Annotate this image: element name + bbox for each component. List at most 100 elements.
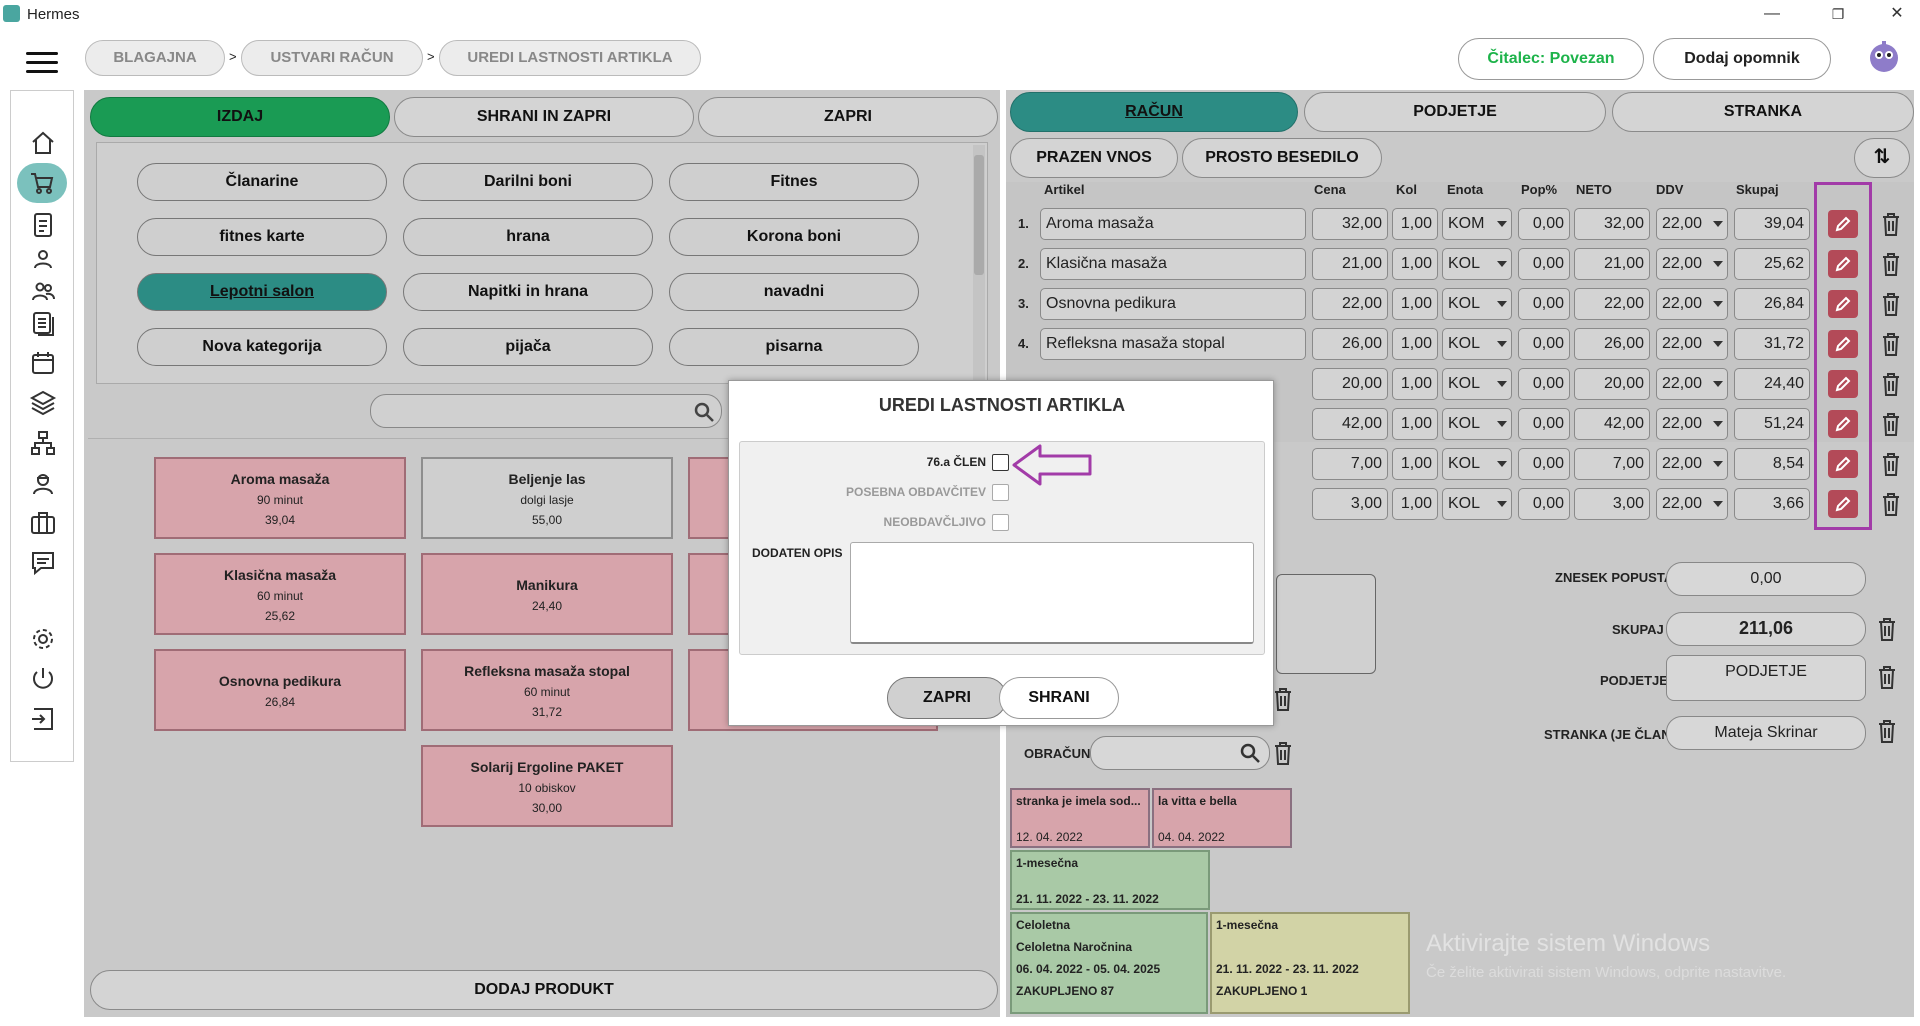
close-window-button[interactable]: ✕ (1877, 2, 1917, 26)
tab-podjetje[interactable]: PODJETJE (1304, 92, 1606, 132)
trash-icon[interactable] (1880, 291, 1902, 317)
product-tile[interactable]: Refleksna masaža stopal 60 minut 31,72 (421, 649, 673, 731)
trash-icon[interactable] (1880, 331, 1902, 357)
cell-kol[interactable]: 1,00 (1392, 448, 1438, 480)
trash-icon[interactable] (1876, 718, 1898, 744)
cell-cena[interactable]: 32,00 (1312, 208, 1388, 240)
product-tile[interactable]: Aroma masaža 90 minut 39,04 (154, 457, 406, 539)
category-item[interactable]: Korona boni (669, 218, 919, 256)
cell-kol[interactable]: 1,00 (1392, 408, 1438, 440)
customer-field[interactable]: Mateja Skrinar (1666, 716, 1866, 750)
category-item[interactable]: navadni (669, 273, 919, 311)
person-icon[interactable] (27, 243, 59, 275)
option-76a-checkbox[interactable] (992, 454, 1009, 471)
dialog-save-button[interactable]: SHRANI (999, 677, 1119, 719)
tab-shrani-in-zapri[interactable]: SHRANI IN ZAPRI (394, 97, 694, 137)
cell-skupaj[interactable]: 8,54 (1734, 448, 1810, 480)
category-item[interactable]: Napitki in hrana (403, 273, 653, 311)
history-card[interactable]: 1-mesečna 21. 11. 2022 - 23. 11. 2022 (1010, 850, 1210, 910)
cell-neto[interactable]: 26,00 (1574, 328, 1650, 360)
category-item[interactable]: Darilni boni (403, 163, 653, 201)
add-product-button[interactable]: DODAJ PRODUKT (90, 970, 998, 1010)
tab-stranka[interactable]: STRANKA (1612, 92, 1914, 132)
menu-icon[interactable] (26, 52, 58, 74)
empty-entry-button[interactable]: PRAZEN VNOS (1010, 138, 1178, 178)
product-tile[interactable]: Manikura 24,40 (421, 553, 673, 635)
cell-skupaj[interactable]: 25,62 (1734, 248, 1810, 280)
trash-icon[interactable] (1272, 686, 1294, 712)
cell-ddv[interactable]: 22,00 (1656, 288, 1728, 320)
trash-icon[interactable] (1880, 451, 1902, 477)
obracun-search-input[interactable] (1090, 736, 1270, 770)
cell-enota[interactable]: KOL (1442, 248, 1512, 280)
cell-neto[interactable]: 21,00 (1574, 248, 1650, 280)
trash-icon[interactable] (1880, 491, 1902, 517)
cell-neto[interactable]: 22,00 (1574, 288, 1650, 320)
company-field[interactable]: PODJETJE (1666, 655, 1866, 701)
cell-artikel[interactable]: Osnovna pedikura (1040, 288, 1306, 320)
chat-icon[interactable] (27, 547, 59, 579)
trash-icon[interactable] (1880, 251, 1902, 277)
cell-ddv[interactable]: 22,00 (1656, 248, 1728, 280)
cell-ddv[interactable]: 22,00 (1656, 488, 1728, 520)
home-icon[interactable] (27, 127, 59, 159)
description-textarea[interactable] (850, 542, 1254, 644)
option-untaxable-checkbox[interactable] (992, 514, 1009, 531)
tab-racun[interactable]: RAČUN (1010, 92, 1298, 132)
cell-ddv[interactable]: 22,00 (1656, 208, 1728, 240)
gear-icon[interactable] (27, 623, 59, 655)
cell-kol[interactable]: 1,00 (1392, 208, 1438, 240)
cell-artikel[interactable]: Aroma masaža (1040, 208, 1306, 240)
discount-field[interactable]: 0,00 (1666, 562, 1866, 596)
briefcase-icon[interactable] (27, 507, 59, 539)
tab-zapri[interactable]: ZAPRI (698, 97, 998, 137)
breadcrumb-blagajna[interactable]: BLAGAJNA (85, 40, 225, 76)
dialog-close-button[interactable]: ZAPRI (887, 677, 1007, 719)
cell-enota[interactable]: KOM (1442, 208, 1512, 240)
cell-pop[interactable]: 0,00 (1518, 328, 1570, 360)
cell-cena[interactable]: 26,00 (1312, 328, 1388, 360)
power-icon[interactable] (27, 663, 59, 695)
cell-ddv[interactable]: 22,00 (1656, 448, 1728, 480)
cell-pop[interactable]: 0,00 (1518, 368, 1570, 400)
cell-cena[interactable]: 7,00 (1312, 448, 1388, 480)
cell-ddv[interactable]: 22,00 (1656, 408, 1728, 440)
cell-skupaj[interactable]: 24,40 (1734, 368, 1810, 400)
cell-skupaj[interactable]: 3,66 (1734, 488, 1810, 520)
cell-kol[interactable]: 1,00 (1392, 368, 1438, 400)
category-scrollbar[interactable] (973, 145, 985, 381)
cart-icon[interactable] (17, 163, 67, 203)
cell-neto[interactable]: 42,00 (1574, 408, 1650, 440)
cell-pop[interactable]: 0,00 (1518, 488, 1570, 520)
product-tile[interactable]: Klasična masaža 60 minut 25,62 (154, 553, 406, 635)
category-item[interactable]: fitnes karte (137, 218, 387, 256)
cell-kol[interactable]: 1,00 (1392, 248, 1438, 280)
breadcrumb-uredi[interactable]: UREDI LASTNOSTI ARTIKLA (439, 40, 701, 76)
category-item[interactable]: hrana (403, 218, 653, 256)
document-icon[interactable] (27, 209, 59, 241)
tab-izdaj[interactable]: IZDAJ (90, 97, 390, 137)
network-icon[interactable] (27, 427, 59, 459)
cell-neto[interactable]: 32,00 (1574, 208, 1650, 240)
category-item[interactable]: pisarna (669, 328, 919, 366)
free-text-button[interactable]: PROSTO BESEDILO (1182, 138, 1382, 178)
cell-kol[interactable]: 1,00 (1392, 488, 1438, 520)
cell-enota[interactable]: KOL (1442, 408, 1512, 440)
add-reminder-button[interactable]: Dodaj opomnik (1653, 38, 1831, 80)
trash-icon[interactable] (1272, 740, 1294, 766)
product-search-input[interactable] (370, 394, 722, 428)
cell-cena[interactable]: 20,00 (1312, 368, 1388, 400)
cell-cena[interactable]: 22,00 (1312, 288, 1388, 320)
history-card[interactable]: Celoletna Celoletna Naročnina 06. 04. 20… (1010, 912, 1208, 1014)
cell-neto[interactable]: 3,00 (1574, 488, 1650, 520)
cell-skupaj[interactable]: 39,04 (1734, 208, 1810, 240)
product-tile[interactable]: Solarij Ergoline PAKET 10 obiskov 30,00 (421, 745, 673, 827)
list-icon[interactable] (27, 307, 59, 339)
sort-icon[interactable]: ⇅ (1854, 138, 1910, 178)
minimize-button[interactable]: — (1752, 2, 1792, 26)
category-item[interactable]: Nova kategorija (137, 328, 387, 366)
avatar-icon[interactable] (1866, 38, 1902, 78)
cell-cena[interactable]: 3,00 (1312, 488, 1388, 520)
layers-icon[interactable] (27, 387, 59, 419)
cell-enota[interactable]: KOL (1442, 448, 1512, 480)
